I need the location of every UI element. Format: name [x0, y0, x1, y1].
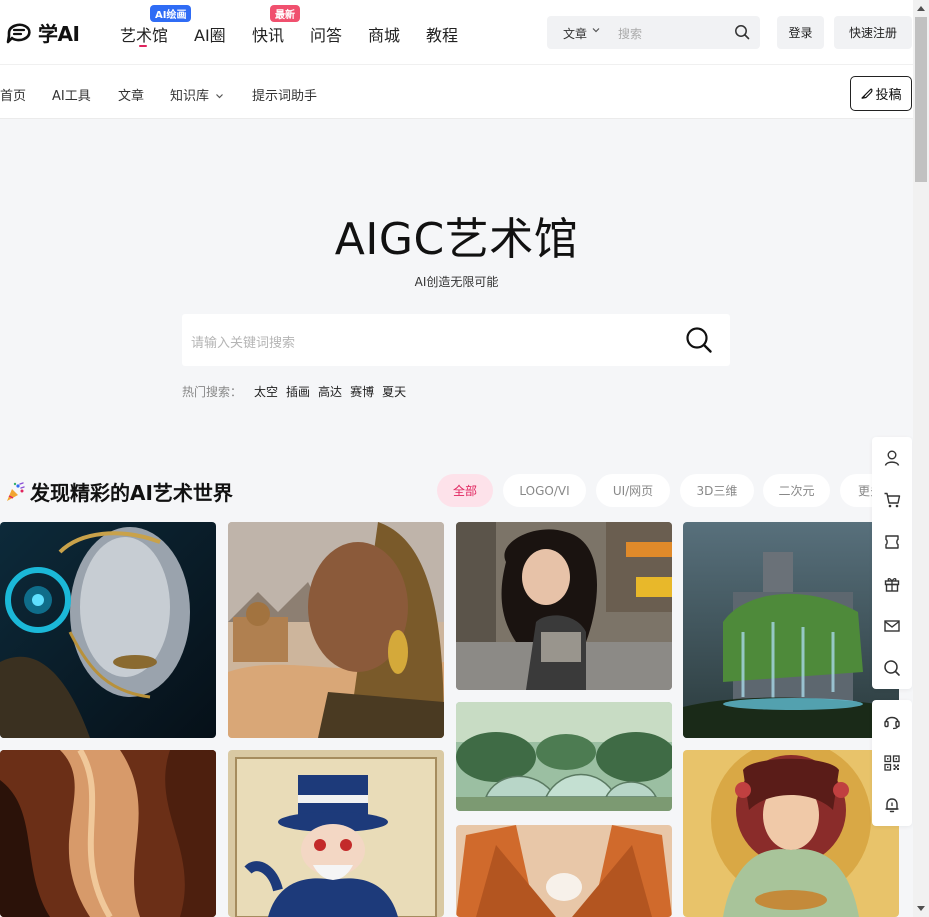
chevron-down-icon [592, 28, 600, 33]
hot-search-term[interactable]: 夏天 [382, 383, 406, 400]
artwork-glasshouse [456, 702, 672, 811]
bell-icon [885, 798, 899, 813]
submit-post-label: 投稿 [875, 88, 902, 103]
nav-badge-latest: 最新 [270, 5, 300, 22]
message-button[interactable] [872, 605, 912, 647]
section-title-text: 发现精彩的AI艺术世界 [30, 481, 233, 505]
artwork-card[interactable] [683, 750, 899, 917]
artwork-card[interactable] [228, 522, 444, 738]
scrollbar-thumb[interactable] [915, 17, 927, 182]
hero-search-box[interactable]: 请输入关键词搜索 [182, 314, 730, 366]
artwork-uncle-sam [228, 750, 444, 917]
hot-searches: 热门搜索： 太空 插画 高达 赛博 夏天 [182, 383, 406, 400]
artwork-desert-woman [228, 522, 444, 738]
subnav-item-articles[interactable]: 文章 [118, 85, 144, 104]
filter-all[interactable]: 全部 [437, 474, 493, 507]
chevron-down-icon [216, 94, 224, 99]
subnav-item-knowledge-label: 知识库 [170, 89, 210, 104]
register-button[interactable]: 快速注册 [834, 16, 912, 49]
page-scrollbar[interactable] [913, 0, 929, 917]
user-center-button[interactable] [872, 437, 912, 479]
header-search-box[interactable]: 文章 搜索 [547, 16, 760, 49]
filter-ui-web[interactable]: UI/网页 [596, 474, 670, 507]
user-icon [884, 450, 900, 466]
hot-search-term[interactable]: 赛博 [350, 383, 374, 400]
filter-more[interactable]: 更多 [840, 474, 872, 507]
hero-subtitle: AI创造无限可能 [414, 275, 499, 289]
party-popper-icon [7, 481, 25, 501]
qrcode-icon [884, 755, 900, 771]
hot-search-term[interactable]: 太空 [254, 383, 278, 400]
category-filter-bar: 全部 LOGO/VI UI/网页 3D三维 二次元 更多 [437, 474, 872, 507]
cart-button[interactable] [872, 479, 912, 521]
header-search-input[interactable]: 搜索 [618, 25, 642, 42]
mail-icon [884, 620, 900, 632]
nav-active-indicator [139, 45, 147, 47]
subnav-item-prompt-helper[interactable]: 提示词助手 [252, 85, 317, 104]
artwork-card[interactable] [456, 522, 672, 690]
hero-search-input[interactable]: 请输入关键词搜索 [191, 332, 295, 351]
nav-item-qa[interactable]: 问答 [310, 22, 342, 46]
nav-item-tutorial[interactable]: 教程 [426, 22, 458, 46]
top-header: 学AI AI绘画 艺术馆 AI圈 最新 快讯 问答 商城 教程 文章 搜索 登录… [0, 0, 913, 64]
artwork-art-nouveau-woman [683, 750, 899, 917]
hero-title: AIGC艺术馆 [334, 214, 579, 265]
login-button[interactable]: 登录 [777, 16, 824, 49]
coupon-button[interactable] [872, 521, 912, 563]
scroll-up-arrow[interactable] [917, 6, 925, 11]
ticket-icon [885, 535, 899, 549]
filter-anime[interactable]: 二次元 [763, 474, 830, 507]
filter-3d[interactable]: 3D三维 [680, 474, 754, 507]
submit-post-button[interactable]: 投稿 [850, 76, 912, 111]
floating-toolbar-secondary [872, 700, 912, 826]
nav-item-news[interactable]: 快讯 [252, 22, 284, 46]
artwork-cyborg-woman [0, 522, 216, 738]
section-title: 发现精彩的AI艺术世界 [4, 477, 233, 506]
customer-service-button[interactable] [872, 700, 912, 742]
gift-icon [884, 578, 900, 592]
logo-text: 学AI [38, 22, 80, 46]
artwork-card[interactable] [456, 702, 672, 811]
search-icon[interactable] [685, 326, 713, 354]
nav-item-ai-circle[interactable]: AI圈 [194, 22, 226, 46]
filter-logo-vi[interactable]: LOGO/VI [503, 474, 586, 507]
logo-icon [6, 23, 31, 43]
artwork-origami-fox [456, 825, 672, 917]
subnav-item-ai-tools[interactable]: AI工具 [52, 85, 91, 104]
hot-search-term[interactable]: 插画 [286, 383, 310, 400]
artwork-card[interactable] [456, 825, 672, 917]
headset-icon [884, 716, 900, 730]
floating-toolbar [872, 437, 912, 689]
gift-button[interactable] [872, 563, 912, 605]
nav-item-shop[interactable]: 商城 [368, 22, 400, 46]
search-icon [884, 660, 900, 676]
artwork-canyon [0, 750, 216, 917]
artwork-overgrown-tower [683, 522, 899, 738]
site-logo[interactable]: 学AI [6, 18, 80, 47]
search-category-select[interactable]: 文章 [563, 25, 587, 42]
artwork-city-girl [456, 522, 672, 690]
artwork-card[interactable] [228, 750, 444, 917]
artwork-card[interactable] [0, 750, 216, 917]
scroll-down-arrow[interactable] [917, 906, 925, 911]
artwork-card[interactable] [0, 522, 216, 738]
artwork-card[interactable] [683, 522, 899, 738]
notification-button[interactable] [872, 784, 912, 826]
subnav-item-home[interactable]: 首页 [0, 85, 26, 104]
sub-navigation: 首页 AI工具 文章 知识库 提示词助手 投稿 [0, 64, 913, 119]
hot-search-term[interactable]: 高达 [318, 383, 342, 400]
feather-pen-icon [861, 88, 873, 99]
nav-item-art-gallery[interactable]: 艺术馆 [120, 22, 168, 46]
float-search-button[interactable] [872, 647, 912, 689]
qrcode-button[interactable] [872, 742, 912, 784]
hot-search-label: 热门搜索： [182, 385, 243, 399]
search-icon[interactable] [734, 24, 750, 40]
subnav-item-knowledge[interactable]: 知识库 [170, 85, 224, 104]
cart-icon [884, 492, 901, 508]
nav-badge-ai-painting: AI绘画 [150, 5, 192, 22]
